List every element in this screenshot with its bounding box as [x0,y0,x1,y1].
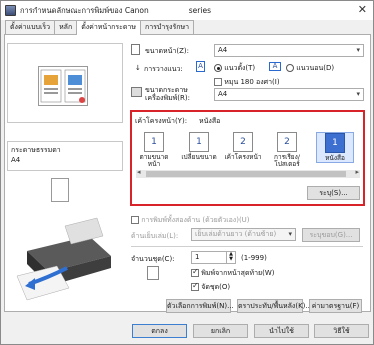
specify-button[interactable]: ระบุ(S)... [307,186,360,200]
help-button[interactable]: วิธีใช้ [314,324,369,338]
print-options-button[interactable]: ตัวเลือกการพิมพ์(N)... [166,299,234,313]
binding-side-label: ด้านเย็บเล่ม(L): [131,232,179,240]
layout-item-label: หนังสือ [325,154,345,162]
layout-preview [7,43,123,123]
copies-stepper[interactable]: 1 ▲ ▼ [191,251,236,264]
page-icon [131,44,140,55]
media-size: A4 [11,156,21,164]
media-type: กระดาษธรรมดา [11,146,61,154]
collate-checkbox[interactable]: จัดชุด(O) [191,281,231,293]
rotate-180-checkbox[interactable]: หมุน 180 องศา(I) [214,77,280,88]
tab-quick-setup[interactable]: ตั้งค่าแบบเร็ว [5,20,56,34]
orientation-arrow-icon: ↓ [135,64,141,72]
binding-side-select[interactable]: เย็บเล่มด้านยาว (ด้านซ้าย) ▾ [191,228,296,241]
duplex-label: การพิมพ์ทั้งสองด้าน (ด้วยตัวเอง)(U) [141,216,250,224]
scaled-icon: 1 [189,132,209,152]
page-layout-icon: 2 [233,132,253,152]
layout-scaled[interactable]: 1 เปลี่ยนขนาด [179,132,219,161]
layout-scrollbar[interactable]: ◂ ▸ [136,168,360,178]
collate-page-icon [147,266,159,280]
landscape-radio[interactable]: แนวนอน(D) [286,63,334,74]
layout-item-label: การเรียง/โปสเตอร์ [274,153,300,168]
booklet-preview-image [38,66,88,106]
defaults-button[interactable]: ค่ามาตรฐาน(F) [309,299,362,313]
page-size-value: A4 [218,46,228,54]
collate-label: จัดชุด(O) [201,283,231,291]
chevron-down-icon: ▾ [356,46,360,54]
portrait-label: แนวตั้ง(T) [224,64,256,72]
portrait-icon: A [196,61,205,72]
orientation-label: การวางแนว: [144,65,183,73]
stamp-background-button[interactable]: ตราประทับ/พื้นหลัง(K)... [237,299,312,313]
rotate-180-label: หมุน 180 องศา(I) [224,78,280,86]
layout-normal-size[interactable]: 1 ตามขนาดหน้า [134,132,174,168]
printer-paper-select[interactable]: A4 ▾ [214,88,364,101]
copies-label: จำนวนชุด(C): [131,255,175,263]
layout-page-layout[interactable]: 2 เค้าโครงหน้า [223,132,263,161]
layout-item-label: ตามขนาดหน้า [139,153,169,168]
apply-button[interactable]: นำไปใช้ [254,324,309,338]
tab-bar: ตั้งค่าแบบเร็ว หลัก ตั้งค่าหน้ากระดาษ กา… [5,20,195,35]
chevron-down-icon: ▾ [288,230,292,238]
layout-tiling-poster[interactable]: 2 การเรียง/โปสเตอร์ [267,132,307,168]
print-last-page-label: พิมพ์จากหน้าสุดท้าย(W) [201,269,275,277]
portrait-radio[interactable]: แนวตั้ง(T) [214,63,255,74]
title-bar: การกำหนดลักษณะการพิมพ์ของ Canon series ✕ [1,1,373,20]
window-title: การกำหนดลักษณะการพิมพ์ของ Canon [20,5,149,15]
printer-paper-value: A4 [218,90,228,98]
layout-item-label: เปลี่ยนขนาด [181,153,217,161]
chevron-down-icon: ▾ [356,90,360,98]
stepper-arrows[interactable]: ▲ ▼ [226,252,235,263]
printer-icon [5,5,16,16]
scroll-left-icon[interactable]: ◂ [137,168,141,176]
printer-paper-icon [131,87,142,97]
copies-value: 1 [195,253,200,261]
window-title-suffix: series [188,6,211,15]
tab-main[interactable]: หลัก [54,20,78,34]
binding-side-value: เย็บเล่มด้านยาว (ด้านซ้าย) [195,230,277,238]
page-layout-label: เค้าโครงหน้า(Y): [135,117,188,125]
layout-booklet[interactable]: 1 หนังสือ [316,132,354,163]
printer-paper-label: ขนาดกระดาษเครื่องพิมพ์(R): [145,86,190,102]
media-info: กระดาษธรรมดา A4 [7,141,123,171]
duplex-checkbox[interactable]: การพิมพ์ทั้งสองด้าน (ด้วยตัวเอง)(U) [131,215,250,226]
tab-maintenance[interactable]: การบำรุงรักษา [139,20,195,34]
booklet-icon: 1 [325,133,345,153]
ok-button[interactable]: ตกลง [132,324,187,338]
printer-illustration [7,206,123,306]
landscape-label: แนวนอน(D) [296,64,335,72]
separator [131,246,363,247]
layout-item-label: เค้าโครงหน้า [224,153,262,161]
scrollbar-thumb[interactable] [146,171,346,177]
normal-size-icon: 1 [144,132,164,152]
copies-range: (1-999) [241,254,267,262]
page-layout-current: หนังสือ [199,117,221,125]
paper-orientation-preview [51,178,69,202]
scroll-right-icon[interactable]: ▸ [355,168,359,176]
tab-page-setup[interactable]: ตั้งค่าหน้ากระดาษ [76,20,141,35]
close-icon[interactable]: ✕ [358,3,367,16]
print-preferences-window: การกำหนดลักษณะการพิมพ์ของ Canon series ✕… [0,0,374,345]
page-size-label: ขนาดหน้า(Z): [145,47,189,55]
page-size-select[interactable]: A4 ▾ [214,44,364,57]
tiling-poster-icon: 2 [277,132,297,152]
specify-margin-button[interactable]: ระบุขอบ(G)... [302,228,360,242]
cancel-button[interactable]: ยกเลิก [193,324,248,338]
landscape-icon: A [269,62,281,71]
print-last-page-checkbox[interactable]: พิมพ์จากหน้าสุดท้าย(W) [191,267,275,279]
